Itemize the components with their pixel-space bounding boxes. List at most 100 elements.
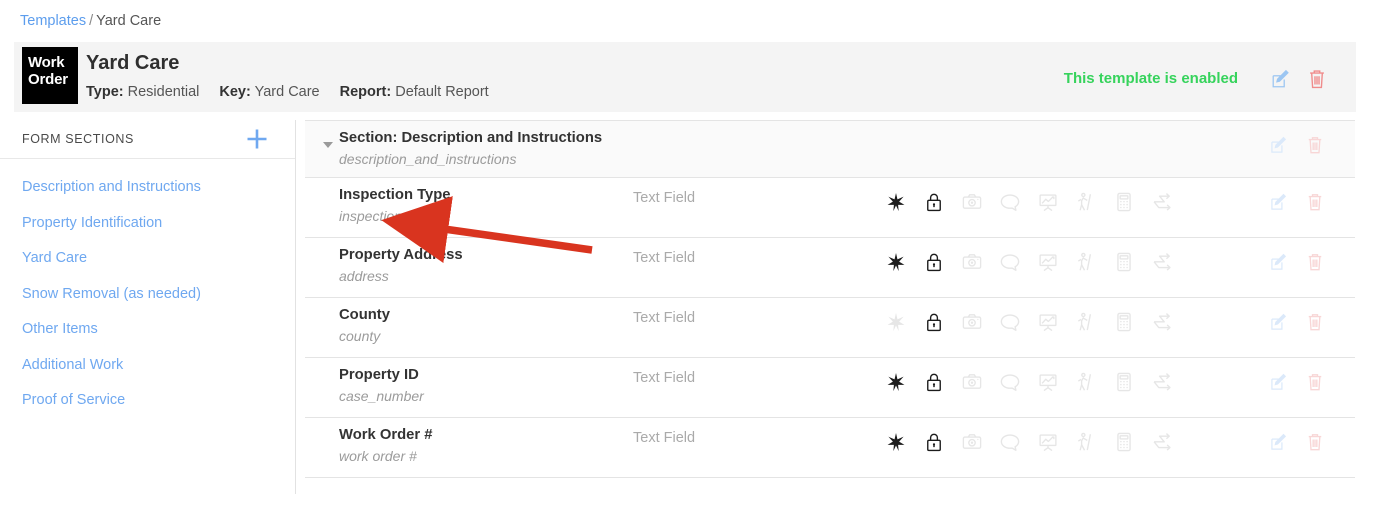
meta-report-label: Report: <box>339 84 392 100</box>
field-label: County <box>339 307 390 323</box>
edit-row-icon[interactable] <box>1269 192 1289 212</box>
status-badge: This template is enabled <box>1063 70 1238 87</box>
sketch-icon[interactable] <box>1037 310 1059 334</box>
sidebar-heading: FORM SECTIONS <box>22 132 134 146</box>
delete-section-icon[interactable] <box>1305 135 1325 155</box>
edit-row-icon[interactable] <box>1269 432 1289 452</box>
breadcrumb-link-templates[interactable]: Templates <box>20 13 86 29</box>
delete-row-icon[interactable] <box>1305 372 1325 392</box>
work-order-logo: Work Order <box>22 47 78 104</box>
surveyor-icon[interactable] <box>1075 310 1097 334</box>
field-label: Property Address <box>339 247 463 263</box>
calculator-icon[interactable] <box>1113 370 1135 394</box>
lock-icon[interactable] <box>923 430 945 454</box>
calculator-icon[interactable] <box>1113 310 1135 334</box>
sidebar-item-additional-work[interactable]: Additional Work <box>0 348 295 384</box>
add-section-icon[interactable] <box>241 123 273 155</box>
meta-type-label: Type: <box>86 84 124 100</box>
sketch-icon[interactable] <box>1037 370 1059 394</box>
sketch-icon[interactable] <box>1037 250 1059 274</box>
star-icon[interactable] <box>885 370 907 394</box>
section-title: Section: Description and Instructions <box>339 130 603 146</box>
sidebar-item-description-and-instructions[interactable]: Description and Instructions <box>0 170 295 206</box>
comment-icon[interactable] <box>999 250 1021 274</box>
calculator-icon[interactable] <box>1113 250 1135 274</box>
calculator-icon[interactable] <box>1113 190 1135 214</box>
surveyor-icon[interactable] <box>1075 190 1097 214</box>
meta-report-value: Default Report <box>395 84 489 100</box>
sketch-icon[interactable] <box>1037 430 1059 454</box>
sketch-icon[interactable] <box>1037 190 1059 214</box>
workflow-icon[interactable] <box>1151 310 1173 334</box>
field-attribute-icons <box>885 430 1173 454</box>
edit-row-icon[interactable] <box>1269 372 1289 392</box>
lock-icon[interactable] <box>923 250 945 274</box>
field-key: inspection_type <box>339 208 437 224</box>
table-row: Property ID case_number Text Field <box>305 358 1355 418</box>
sidebar-item-proof-of-service[interactable]: Proof of Service <box>0 383 295 419</box>
delete-row-icon[interactable] <box>1305 312 1325 332</box>
field-type: Text Field <box>633 250 696 266</box>
meta-key: Key: Yard Care <box>219 84 319 100</box>
meta-key-value: Yard Care <box>254 84 320 100</box>
sidebar-item-other-items[interactable]: Other Items <box>0 312 295 348</box>
camera-icon[interactable] <box>961 190 983 214</box>
field-key: work order # <box>339 448 417 464</box>
field-key: address <box>339 268 389 284</box>
workflow-icon[interactable] <box>1151 370 1173 394</box>
sidebar-item-property-identification[interactable]: Property Identification <box>0 206 295 242</box>
edit-template-icon[interactable] <box>1270 68 1292 90</box>
star-icon[interactable] <box>885 190 907 214</box>
comment-icon[interactable] <box>999 370 1021 394</box>
delete-row-icon[interactable] <box>1305 252 1325 272</box>
section-fields-panel: Section: Description and Instructions de… <box>305 120 1355 478</box>
camera-icon[interactable] <box>961 370 983 394</box>
meta-key-label: Key: <box>219 84 251 100</box>
section-actions <box>1269 135 1325 155</box>
delete-template-icon[interactable] <box>1306 68 1328 90</box>
page-title: Yard Care <box>86 52 180 74</box>
workflow-icon[interactable] <box>1151 250 1173 274</box>
sidebar-section-list: Description and Instructions Property Id… <box>0 159 295 419</box>
calculator-icon[interactable] <box>1113 430 1135 454</box>
workflow-icon[interactable] <box>1151 190 1173 214</box>
edit-row-icon[interactable] <box>1269 252 1289 272</box>
star-icon[interactable] <box>885 250 907 274</box>
chevron-down-icon[interactable] <box>323 142 333 148</box>
edit-section-icon[interactable] <box>1269 135 1289 155</box>
workflow-icon[interactable] <box>1151 430 1173 454</box>
template-meta: Type: Residential Key: Yard Care Report: D… <box>86 84 509 100</box>
meta-type: Type: Residential <box>86 84 199 100</box>
delete-row-icon[interactable] <box>1305 192 1325 212</box>
star-icon[interactable] <box>885 430 907 454</box>
surveyor-icon[interactable] <box>1075 370 1097 394</box>
field-key: case_number <box>339 388 424 404</box>
lock-icon[interactable] <box>923 310 945 334</box>
section-header-row: Section: Description and Instructions de… <box>305 120 1355 178</box>
logo-line-2: Order <box>28 71 68 88</box>
camera-icon[interactable] <box>961 430 983 454</box>
edit-row-icon[interactable] <box>1269 312 1289 332</box>
meta-report: Report: Default Report <box>340 84 489 100</box>
sidebar-item-snow-removal[interactable]: Snow Removal (as needed) <box>0 277 295 313</box>
row-actions <box>1269 192 1325 212</box>
comment-icon[interactable] <box>999 430 1021 454</box>
table-row: Work Order # work order # Text Field <box>305 418 1355 478</box>
logo-line-1: Work <box>28 54 65 71</box>
comment-icon[interactable] <box>999 190 1021 214</box>
surveyor-icon[interactable] <box>1075 430 1097 454</box>
form-sections-sidebar: FORM SECTIONS Description and Instructio… <box>0 120 296 494</box>
field-attribute-icons <box>885 310 1173 334</box>
comment-icon[interactable] <box>999 310 1021 334</box>
camera-icon[interactable] <box>961 310 983 334</box>
lock-icon[interactable] <box>923 370 945 394</box>
template-editor-page: Templates / Yard Care Work Order Yard Care… <box>0 0 1376 526</box>
delete-row-icon[interactable] <box>1305 432 1325 452</box>
camera-icon[interactable] <box>961 250 983 274</box>
lock-icon[interactable] <box>923 190 945 214</box>
sidebar-item-yard-care[interactable]: Yard Care <box>0 241 295 277</box>
surveyor-icon[interactable] <box>1075 250 1097 274</box>
field-attribute-icons <box>885 190 1173 214</box>
table-row: County county Text Field <box>305 298 1355 358</box>
star-icon[interactable] <box>885 310 907 334</box>
